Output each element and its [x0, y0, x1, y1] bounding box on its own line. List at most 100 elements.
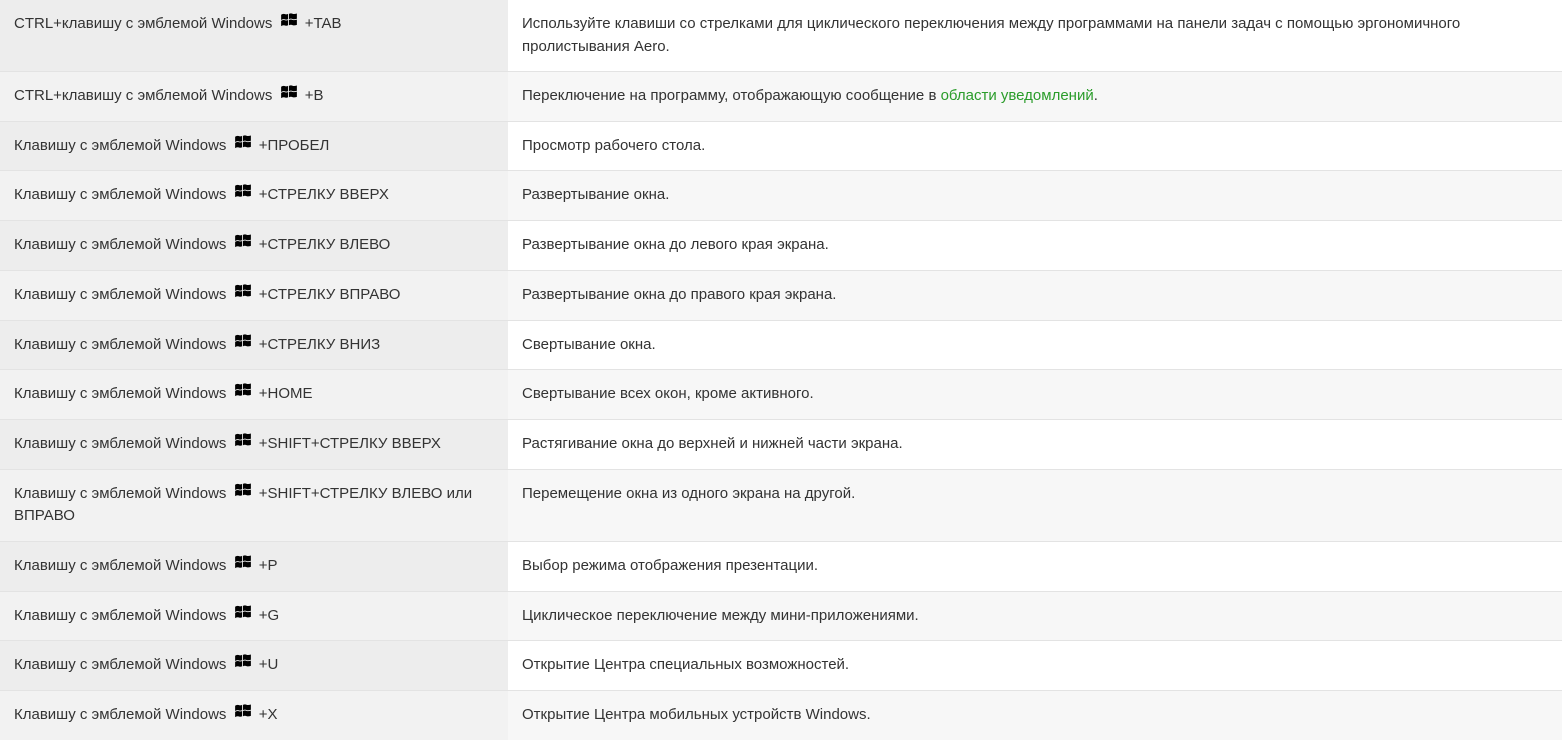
windows-logo-icon: [233, 382, 253, 405]
shortcut-desc-cell: Растягивание окна до верхней и нижней ча…: [508, 420, 1562, 470]
table-row: Клавишу с эмблемой Windows +ПРОБЕЛ Просмо…: [0, 121, 1562, 171]
shortcut-desc-cell: Развертывание окна до правого края экран…: [508, 270, 1562, 320]
shortcut-key-cell: Клавишу с эмблемой Windows +P: [0, 541, 508, 591]
shortcut-key-prefix: Клавишу с эмблемой Windows: [14, 336, 226, 353]
shortcut-key-prefix: Клавишу с эмблемой Windows: [14, 435, 226, 452]
shortcut-desc-text: Растягивание окна до верхней и нижней ча…: [522, 435, 903, 452]
windows-logo-icon: [233, 554, 253, 577]
shortcut-key-suffix: +G: [259, 607, 279, 624]
shortcut-key-cell: Клавишу с эмблемой Windows +СТРЕЛКУ ВЛЕВ…: [0, 221, 508, 271]
shortcut-desc-text: Циклическое переключение между мини-прил…: [522, 607, 919, 624]
shortcut-key-suffix: +U: [259, 657, 279, 674]
shortcut-key-suffix: +СТРЕЛКУ ВПРАВО: [259, 286, 401, 303]
table-row: CTRL+клавишу с эмблемой Windows +B Перекл…: [0, 72, 1562, 122]
shortcut-key-cell: Клавишу с эмблемой Windows +G: [0, 591, 508, 641]
shortcut-key-prefix: Клавишу с эмблемой Windows: [14, 187, 226, 204]
shortcut-key-cell: Клавишу с эмблемой Windows +SHIFT+СТРЕЛК…: [0, 420, 508, 470]
shortcut-key-prefix: Клавишу с эмблемой Windows: [14, 706, 226, 723]
shortcut-desc-cell: Развертывание окна до левого края экрана…: [508, 221, 1562, 271]
shortcut-desc-text: Открытие Центра специальных возможностей…: [522, 656, 849, 673]
shortcut-desc-text: Используйте клавиши со стрелками для цик…: [522, 15, 1460, 55]
windows-logo-icon: [233, 233, 253, 256]
shortcut-key-suffix: +ПРОБЕЛ: [259, 137, 330, 154]
shortcut-key-prefix: Клавишу с эмблемой Windows: [14, 485, 226, 502]
shortcut-key-prefix: CTRL+клавишу с эмблемой Windows: [14, 15, 272, 32]
shortcut-key-prefix: Клавишу с эмблемой Windows: [14, 657, 226, 674]
shortcut-key-prefix: Клавишу с эмблемой Windows: [14, 286, 226, 303]
windows-logo-icon: [279, 12, 299, 35]
windows-logo-icon: [233, 333, 253, 356]
windows-logo-icon: [233, 482, 253, 505]
shortcut-key-prefix: Клавишу с эмблемой Windows: [14, 236, 226, 253]
windows-logo-icon: [233, 283, 253, 306]
table-row: Клавишу с эмблемой Windows +SHIFT+СТРЕЛК…: [0, 420, 1562, 470]
table-row: Клавишу с эмблемой Windows +P Выбор режим…: [0, 541, 1562, 591]
shortcut-desc-text: Переключение на программу, отображающую …: [522, 87, 941, 104]
windows-logo-icon: [233, 183, 253, 206]
shortcut-key-prefix: Клавишу с эмблемой Windows: [14, 607, 226, 624]
shortcut-desc-text: Свертывание всех окон, кроме активного.: [522, 385, 814, 402]
table-row: Клавишу с эмблемой Windows +U Открытие Це…: [0, 641, 1562, 691]
table-row: Клавишу с эмблемой Windows +X Открытие Це…: [0, 691, 1562, 740]
table-row: Клавишу с эмблемой Windows +СТРЕЛКУ ВПРА…: [0, 270, 1562, 320]
shortcut-key-cell: Клавишу с эмблемой Windows +U: [0, 641, 508, 691]
shortcut-desc-text-after: .: [1094, 87, 1098, 104]
shortcut-desc-cell: Развертывание окна.: [508, 171, 1562, 221]
notification-area-link[interactable]: области уведомлений: [941, 87, 1094, 104]
shortcut-key-cell: CTRL+клавишу с эмблемой Windows +B: [0, 72, 508, 122]
windows-logo-icon: [279, 84, 299, 107]
shortcut-desc-text: Просмотр рабочего стола.: [522, 137, 705, 154]
shortcut-key-suffix: +HOME: [259, 386, 313, 403]
shortcut-desc-cell: Открытие Центра мобильных устройств Wind…: [508, 691, 1562, 740]
shortcut-desc-cell: Просмотр рабочего стола.: [508, 121, 1562, 171]
shortcut-key-cell: Клавишу с эмблемой Windows +HOME: [0, 370, 508, 420]
shortcut-desc-cell: Открытие Центра специальных возможностей…: [508, 641, 1562, 691]
shortcut-key-suffix: +СТРЕЛКУ ВЛЕВО: [259, 236, 391, 253]
shortcut-desc-cell: Перемещение окна из одного экрана на дру…: [508, 469, 1562, 541]
shortcut-key-suffix: +X: [259, 706, 278, 723]
windows-logo-icon: [233, 134, 253, 157]
shortcut-desc-text: Выбор режима отображения презентации.: [522, 557, 818, 574]
table-row: Клавишу с эмблемой Windows +G Циклическое…: [0, 591, 1562, 641]
shortcut-key-suffix: +СТРЕЛКУ ВНИЗ: [259, 336, 380, 353]
shortcut-desc-text: Свертывание окна.: [522, 336, 656, 353]
shortcut-desc-text: Развертывание окна до левого края экрана…: [522, 236, 829, 253]
table-row: Клавишу с эмблемой Windows +СТРЕЛКУ ВЛЕВ…: [0, 221, 1562, 271]
shortcut-desc-cell: Выбор режима отображения презентации.: [508, 541, 1562, 591]
shortcut-desc-cell: Свертывание всех окон, кроме активного.: [508, 370, 1562, 420]
shortcut-desc-text: Развертывание окна.: [522, 186, 669, 203]
shortcut-desc-cell: Циклическое переключение между мини-прил…: [508, 591, 1562, 641]
shortcut-key-prefix: CTRL+клавишу с эмблемой Windows: [14, 87, 272, 104]
shortcut-key-suffix: +SHIFT+СТРЕЛКУ ВВЕРХ: [259, 435, 441, 452]
windows-logo-icon: [233, 653, 253, 676]
shortcut-key-cell: Клавишу с эмблемой Windows +SHIFT+СТРЕЛК…: [0, 469, 508, 541]
table-row: Клавишу с эмблемой Windows +СТРЕЛКУ ВВЕР…: [0, 171, 1562, 221]
table-row: Клавишу с эмблемой Windows +СТРЕЛКУ ВНИЗ…: [0, 320, 1562, 370]
shortcut-key-cell: Клавишу с эмблемой Windows +СТРЕЛКУ ВВЕР…: [0, 171, 508, 221]
shortcut-key-suffix: +TAB: [305, 15, 342, 32]
shortcut-key-cell: Клавишу с эмблемой Windows +X: [0, 691, 508, 740]
shortcut-desc-text: Перемещение окна из одного экрана на дру…: [522, 485, 855, 502]
shortcut-key-cell: CTRL+клавишу с эмблемой Windows +TAB: [0, 0, 508, 72]
shortcut-key-suffix: +СТРЕЛКУ ВВЕРХ: [259, 187, 389, 204]
windows-logo-icon: [233, 432, 253, 455]
shortcut-key-suffix: +P: [259, 557, 278, 574]
windows-logo-icon: [233, 604, 253, 627]
windows-logo-icon: [233, 703, 253, 726]
shortcut-desc-text: Развертывание окна до правого края экран…: [522, 286, 836, 303]
shortcut-key-suffix: +B: [305, 87, 324, 104]
table-row: CTRL+клавишу с эмблемой Windows +TAB Испо…: [0, 0, 1562, 72]
shortcut-key-prefix: Клавишу с эмблемой Windows: [14, 137, 226, 154]
table-row: Клавишу с эмблемой Windows +SHIFT+СТРЕЛК…: [0, 469, 1562, 541]
shortcut-desc-cell: Переключение на программу, отображающую …: [508, 72, 1562, 122]
table-row: Клавишу с эмблемой Windows +HOME Свертыва…: [0, 370, 1562, 420]
shortcut-key-prefix: Клавишу с эмблемой Windows: [14, 557, 226, 574]
shortcut-desc-cell: Используйте клавиши со стрелками для цик…: [508, 0, 1562, 72]
shortcut-key-cell: Клавишу с эмблемой Windows +СТРЕЛКУ ВПРА…: [0, 270, 508, 320]
shortcut-key-cell: Клавишу с эмблемой Windows +ПРОБЕЛ: [0, 121, 508, 171]
shortcut-table: CTRL+клавишу с эмблемой Windows +TAB Испо…: [0, 0, 1562, 740]
shortcut-desc-cell: Свертывание окна.: [508, 320, 1562, 370]
shortcut-key-cell: Клавишу с эмблемой Windows +СТРЕЛКУ ВНИЗ: [0, 320, 508, 370]
shortcut-key-prefix: Клавишу с эмблемой Windows: [14, 386, 226, 403]
shortcut-desc-text: Открытие Центра мобильных устройств Wind…: [522, 706, 871, 723]
